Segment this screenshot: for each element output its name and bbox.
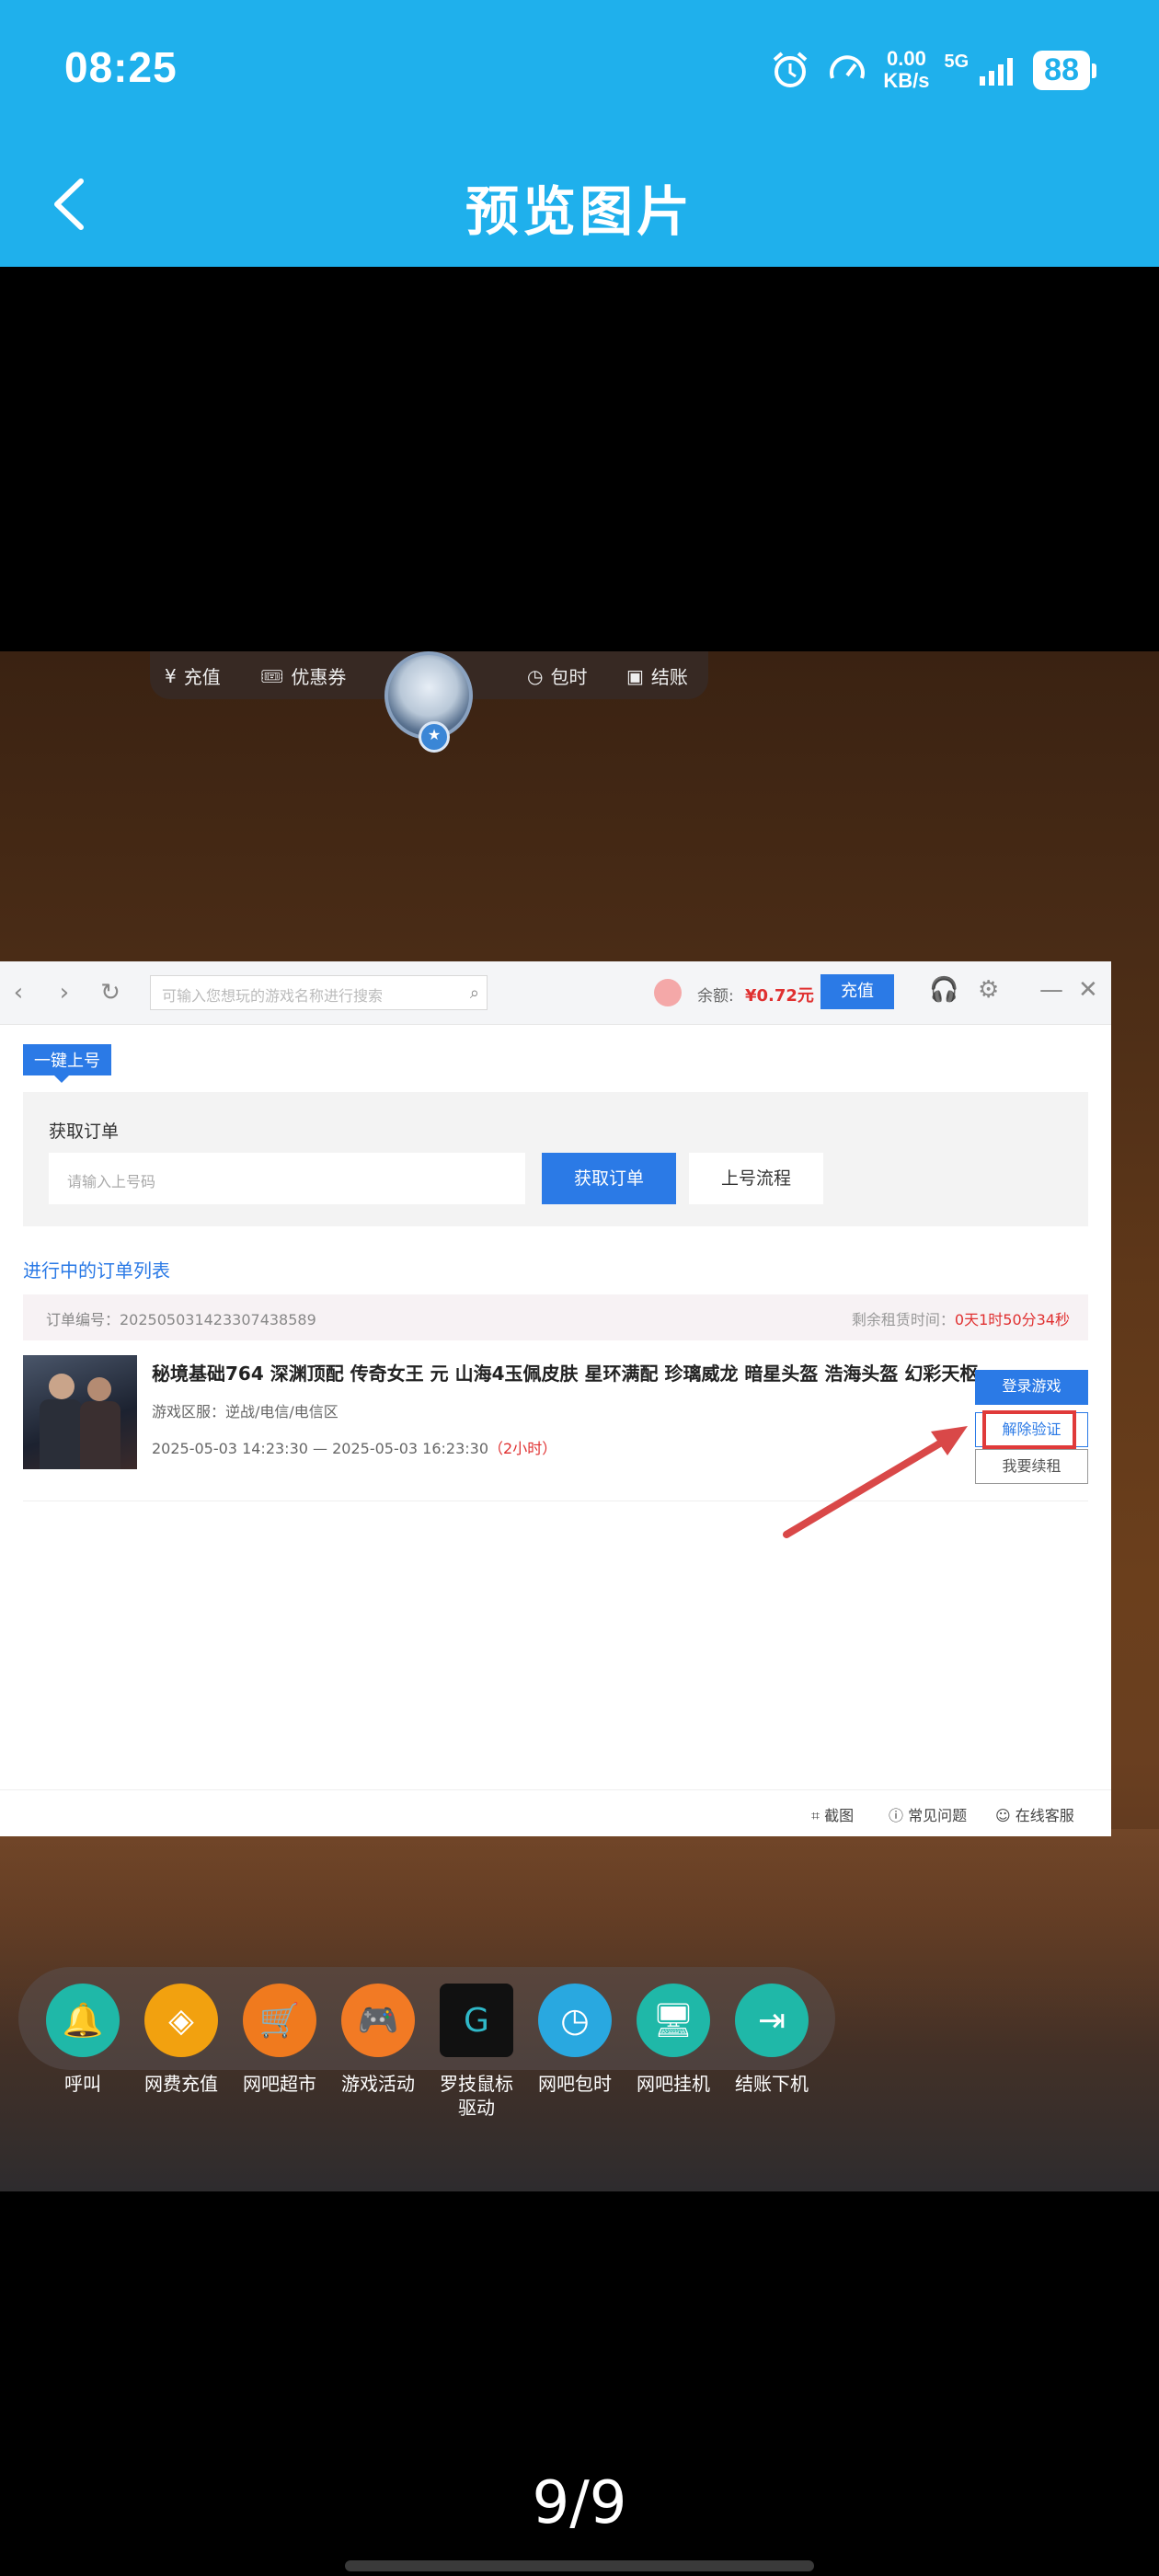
- exit-icon: ⇥: [735, 1984, 809, 2057]
- network-type: 5G: [944, 51, 970, 72]
- bell-icon: 🔔: [46, 1984, 120, 2057]
- dock-market[interactable]: 🛒 网吧超市: [243, 1984, 316, 2096]
- speed-value: 0.00: [887, 47, 926, 70]
- speedometer-icon: [830, 55, 866, 79]
- status-bar: 08:25 0.00 KB/s 5G 88: [0, 0, 1159, 143]
- clock-icon: ◷: [538, 1984, 612, 2057]
- dock-logout[interactable]: ⇥ 结账下机: [735, 1984, 809, 2096]
- dock-logitech[interactable]: G 罗技鼠标驱动: [440, 1984, 513, 2120]
- coin-icon: ◈: [144, 1984, 218, 2057]
- annotation-arrow: [783, 1426, 968, 1538]
- dock-label: 网费充值: [144, 2073, 218, 2095]
- dock-label: 网吧挂机: [637, 2073, 710, 2095]
- preview-image: ¥ 充值 🎟 优惠券 ◷ 包时 ▣ 结账 ★ ‹ › ↻ 可输入您想玩的游戏名称进行搜索…: [0, 651, 1159, 2191]
- dock-label: 网吧超市: [243, 2073, 316, 2095]
- netbar-dock: [18, 1967, 835, 2070]
- dock-idle[interactable]: 🖥 网吧挂机: [637, 1984, 710, 2096]
- dock-label: 呼叫: [64, 2073, 101, 2095]
- app-bar: 预览图片: [0, 143, 1159, 267]
- dock-label: 游戏活动: [341, 2073, 415, 2095]
- speed-unit: KB/s: [883, 69, 930, 92]
- alarm-icon: [774, 52, 808, 87]
- dock-label: 罗技鼠标驱动: [440, 2073, 513, 2119]
- page-title: 预览图片: [465, 180, 694, 243]
- cart-icon: 🛒: [243, 1984, 316, 2057]
- dock-events[interactable]: 🎮 游戏活动: [341, 1984, 415, 2096]
- monitor-icon: 🖥: [637, 1984, 710, 2057]
- status-icons: 0.00 KB/s 5G 88: [769, 42, 1096, 98]
- battery-indicator: 88: [1033, 50, 1096, 90]
- dock-recharge[interactable]: ◈ 网费充值: [144, 1984, 218, 2096]
- dock-label: 网吧包时: [538, 2073, 612, 2095]
- dock-call[interactable]: 🔔 呼叫: [46, 1984, 120, 2096]
- status-time: 08:25: [64, 43, 178, 91]
- network-speed: 0.00 KB/s: [883, 48, 929, 92]
- page-indicator: 9/9: [532, 2469, 627, 2537]
- gamepad-icon: 🎮: [341, 1984, 415, 2057]
- home-indicator[interactable]: [345, 2560, 814, 2571]
- dock-label: 结账下机: [735, 2073, 809, 2095]
- signal-icon: [980, 58, 1014, 86]
- dock-hourly[interactable]: ◷ 网吧包时: [538, 1984, 612, 2096]
- logitech-icon: G: [440, 1984, 513, 2057]
